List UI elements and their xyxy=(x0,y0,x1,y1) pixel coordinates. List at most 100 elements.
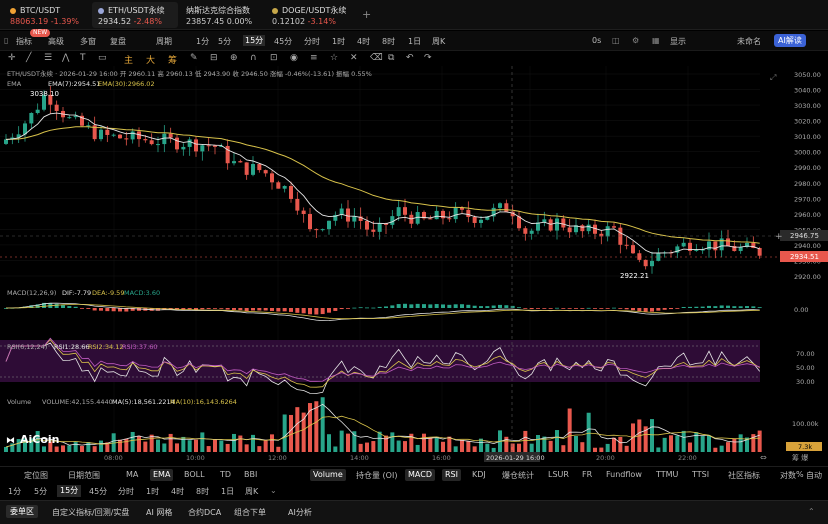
tf-1d[interactable]: 1日 xyxy=(221,486,234,497)
toolbar-replay[interactable]: 复盘 xyxy=(110,36,126,47)
ai-interpret-button[interactable]: AI解读 xyxy=(774,34,806,47)
sub-indicator-kdj[interactable]: KDJ xyxy=(472,470,486,479)
camera-icon[interactable]: ◫ xyxy=(612,36,620,45)
tf-15m[interactable]: 15分 xyxy=(57,485,82,497)
sub-indicator-ttsi[interactable]: TTSI xyxy=(692,470,709,479)
candle-body xyxy=(200,145,205,152)
fib-tool-icon[interactable]: ☰ xyxy=(44,53,52,63)
main-indicator-td[interactable]: TD xyxy=(220,470,231,479)
draw-big-button[interactable]: 大 xyxy=(146,53,155,66)
undo-icon[interactable]: ↶ xyxy=(406,53,414,63)
ticker-tab-doge[interactable]: DOGE/USDT永续 0.12102 -3.14% xyxy=(266,2,358,28)
macd-bar xyxy=(187,308,192,310)
lock-icon[interactable]: ⊡ xyxy=(270,53,278,63)
tf-weekly[interactable]: 周K xyxy=(245,486,258,497)
sub-indicator-ttmu[interactable]: TTMU xyxy=(656,470,678,479)
tf-timeshare[interactable]: 分时 xyxy=(118,486,134,497)
date-range-button[interactable]: 日期范围 xyxy=(68,470,100,481)
tf-1m[interactable]: 1分 xyxy=(8,486,21,497)
candle-body xyxy=(561,218,566,228)
volume-bar xyxy=(415,444,420,452)
sub-indicator-volume[interactable]: Volume xyxy=(310,469,346,481)
measure-icon[interactable]: ⊟ xyxy=(210,53,218,63)
tf-4h[interactable]: 4时 xyxy=(171,486,184,497)
main-indicator-ma[interactable]: MA xyxy=(126,470,138,479)
line-tool-icon[interactable]: ╱ xyxy=(26,53,31,63)
tf-5m[interactable]: 5分 xyxy=(34,486,47,497)
toolbar-multi-window[interactable]: 多窗 xyxy=(80,36,96,47)
indicator-icon[interactable]: ▯ xyxy=(4,36,8,45)
timeframe-15m[interactable]: 15分 xyxy=(243,35,266,46)
template-name[interactable]: 未命名 xyxy=(737,36,761,47)
ticker-tab-eth[interactable]: ETH/USDT永续 2934.52 -2.48% xyxy=(92,2,178,28)
main-indicator-boll[interactable]: BOLL xyxy=(184,470,205,479)
locate-chart-button[interactable]: 定位图 xyxy=(24,470,48,481)
order-area-tab[interactable]: 委单区 xyxy=(6,505,38,518)
timeframe-45m[interactable]: 45分 xyxy=(274,36,292,47)
zoom-icon[interactable]: ⊕ xyxy=(230,53,238,63)
price-tick: 3020.00 xyxy=(794,118,821,126)
community-indicators[interactable]: 社区指标 xyxy=(728,470,760,481)
redo-icon[interactable]: ↷ xyxy=(424,53,432,63)
toolbar-indicators[interactable]: 指标 xyxy=(16,36,32,47)
main-indicator-ema[interactable]: EMA xyxy=(150,469,174,481)
sub-indicator-oi[interactable]: 持仓量 (OI) xyxy=(356,470,397,481)
add-tab-icon[interactable]: + xyxy=(362,8,371,21)
tf-8h[interactable]: 8时 xyxy=(196,486,209,497)
timeframe-1d[interactable]: 1日 xyxy=(408,36,421,47)
text-tool-icon[interactable]: T xyxy=(80,53,86,63)
timeframe-1h[interactable]: 1时 xyxy=(332,36,345,47)
timeframe-weekly[interactable]: 周K xyxy=(432,36,445,47)
timeframe-4h[interactable]: 4时 xyxy=(357,36,370,47)
custom-indicator-tab[interactable]: 自定义指标/回测/实盘 xyxy=(52,507,129,518)
brush-icon[interactable]: ✎ xyxy=(190,53,198,63)
tf-45m[interactable]: 45分 xyxy=(89,486,107,497)
ai-analysis-tab[interactable]: AI分析 xyxy=(288,507,312,518)
macd-bar xyxy=(384,306,388,308)
timeframe-8h[interactable]: 8时 xyxy=(382,36,395,47)
draw-chip-button[interactable]: 筹 xyxy=(168,53,177,66)
main-indicator-bbi[interactable]: BBI xyxy=(244,470,257,479)
sub-indicator-lsur[interactable]: LSUR xyxy=(548,470,569,479)
crosshair-icon[interactable]: ✛ xyxy=(8,53,16,63)
macd-bar xyxy=(504,305,509,308)
sub-indicator-fr[interactable]: FR xyxy=(582,470,592,479)
copy-icon[interactable]: ⧉ xyxy=(388,53,394,63)
toolbar-period[interactable]: 周期 xyxy=(156,36,172,47)
sub-indicator-rsi[interactable]: RSI xyxy=(442,469,461,481)
macd-bar xyxy=(434,304,439,308)
ticker-tab-btc[interactable]: BTC/USDT 88063.19 -1.39% xyxy=(4,2,90,28)
layers-icon[interactable]: ≡ xyxy=(310,53,318,63)
toolbar-advanced[interactable]: 高级 xyxy=(48,36,64,47)
price-chart[interactable]: 3050.00 3040.00 3030.00 3020.00 3010.00 3000.… xyxy=(0,66,828,464)
contract-dca-tab[interactable]: 合约DCA xyxy=(188,507,221,518)
ticker-tab-nasdaq[interactable]: 纳斯达克综合指数 23857.45 0.00% xyxy=(180,2,264,28)
timeframe-5m[interactable]: 5分 xyxy=(218,36,231,47)
percent-scale-toggle[interactable]: % xyxy=(796,470,804,479)
tf-more-icon[interactable]: ⌄ xyxy=(270,486,277,495)
trash-icon[interactable]: ⌫ xyxy=(370,53,383,63)
magnet-icon[interactable]: ∩ xyxy=(250,53,257,63)
star-icon[interactable]: ☆ xyxy=(330,53,338,63)
sub-indicator-fundflow[interactable]: Fundflow xyxy=(606,470,642,479)
log-scale-toggle[interactable]: 对数 xyxy=(780,470,796,481)
draw-main-button[interactable]: 主 xyxy=(124,53,133,66)
layout-icon[interactable]: ▦ xyxy=(652,36,660,45)
timeframe-timeshare[interactable]: 分时 xyxy=(304,36,320,47)
tf-1h[interactable]: 1时 xyxy=(146,486,159,497)
delete-icon[interactable]: ✕ xyxy=(350,53,358,63)
auto-scale-toggle[interactable]: 自动 xyxy=(806,470,822,481)
pattern-tool-icon[interactable]: ⋀ xyxy=(62,53,69,63)
sub-indicator-macd[interactable]: MACD xyxy=(405,469,435,481)
timeframe-1m[interactable]: 1分 xyxy=(196,36,209,47)
ai-grid-tab[interactable]: AI 网格 xyxy=(146,507,172,518)
settings-icon[interactable]: ⚙ xyxy=(632,36,639,45)
combo-order-tab[interactable]: 组合下单 xyxy=(234,507,266,518)
shape-tool-icon[interactable]: ▭ xyxy=(98,53,107,63)
candle-body xyxy=(612,226,616,228)
macd-bar xyxy=(605,308,610,309)
eye-icon[interactable]: ◉ xyxy=(290,53,298,63)
collapse-icon[interactable]: ⌃ xyxy=(808,507,815,516)
sub-indicator-liquidation[interactable]: 爆仓统计 xyxy=(502,470,534,481)
display-button[interactable]: 显示 xyxy=(670,36,686,47)
